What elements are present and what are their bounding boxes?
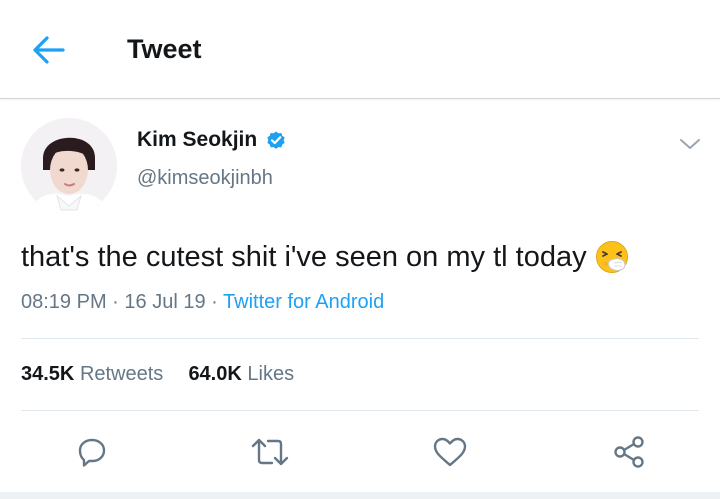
top-app-bar: Tweet: [0, 0, 720, 99]
like-button[interactable]: [428, 432, 472, 472]
tweet-stats: 34.5K Retweets 64.0K Likes: [21, 363, 294, 386]
retweet-icon: [251, 438, 289, 466]
back-button[interactable]: [26, 30, 70, 70]
tweet-time: 08:19 PM: [21, 291, 107, 313]
likes-label: Likes: [247, 363, 295, 385]
retweets-count: 34.5K: [21, 363, 75, 385]
divider: [21, 410, 699, 411]
tweet-meta: 08:19 PM · 16 Jul 19 · Twitter for Andro…: [21, 291, 384, 314]
likes-count: 64.0K: [188, 363, 242, 385]
likes-stat[interactable]: 64.0K Likes: [188, 363, 294, 385]
meta-separator: ·: [112, 291, 119, 313]
tweet-text: that's the cutest shit i've seen on my t…: [21, 240, 587, 273]
reply-icon: [78, 438, 106, 467]
share-icon: [614, 436, 644, 468]
sneezing-face-emoji: [595, 241, 628, 273]
author-handle[interactable]: @kimseokjinbh: [137, 167, 273, 190]
author-row: Kim Seokjin: [137, 128, 287, 152]
verified-badge-icon: [267, 131, 285, 149]
author-name[interactable]: Kim Seokjin: [137, 128, 257, 152]
meta-separator: ·: [211, 291, 218, 313]
avatar[interactable]: [21, 118, 117, 214]
bottom-divider: [0, 492, 720, 499]
retweets-stat[interactable]: 34.5K Retweets: [21, 363, 169, 385]
divider: [21, 338, 699, 339]
tweet-source-link[interactable]: Twitter for Android: [223, 291, 384, 313]
tweet-menu-button[interactable]: [678, 134, 702, 154]
page-title: Tweet: [127, 34, 202, 64]
chevron-down-icon: [680, 139, 700, 149]
retweets-label: Retweets: [79, 363, 164, 385]
reply-button[interactable]: [70, 432, 114, 472]
tweet-date: 16 Jul 19: [124, 291, 206, 313]
retweet-button[interactable]: [248, 432, 292, 472]
tweet-body: that's the cutest shit i've seen on my t…: [21, 240, 629, 274]
share-button[interactable]: [607, 432, 651, 472]
like-icon: [433, 437, 467, 467]
arrow-left-icon: [33, 36, 65, 64]
